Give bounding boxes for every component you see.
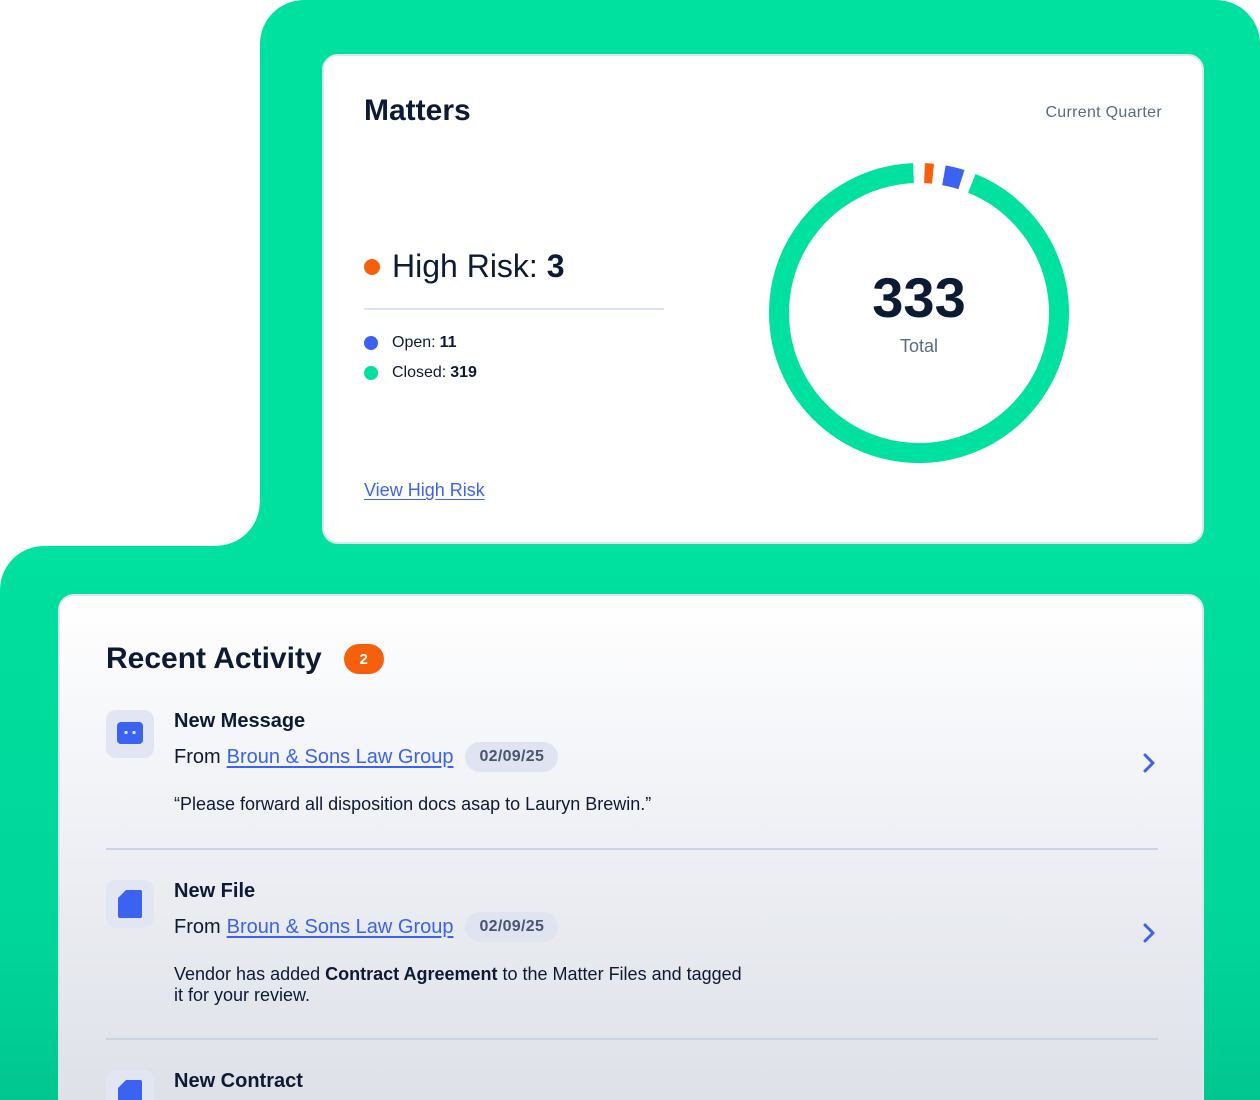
- activity-item-title: New Message: [174, 710, 306, 732]
- activity-item[interactable]: New Contract: [106, 1070, 1158, 1100]
- recent-activity-card: Recent Activity 2 New Message From Broun…: [58, 594, 1204, 1100]
- from-label: From: [174, 745, 221, 768]
- closed-label: Closed:: [392, 364, 447, 381]
- matters-title: Matters: [364, 94, 471, 127]
- high-risk-value: 3: [546, 248, 565, 284]
- sender-link[interactable]: Broun & Sons Law Group: [227, 746, 454, 769]
- stage: Matters Current Quarter High Risk: 3 Ope…: [0, 0, 1260, 1100]
- total-label: Total: [899, 336, 939, 356]
- date-badge: 02/09/25: [465, 912, 559, 942]
- legend-open: Open: 11: [364, 328, 477, 358]
- high-risk-label: High Risk:: [392, 248, 538, 284]
- open-value: 11: [439, 334, 457, 351]
- legend-closed: Closed: 319: [364, 358, 477, 388]
- activity-divider: [106, 1038, 1158, 1040]
- status-legend: Open: 11 Closed: 319: [364, 328, 477, 388]
- period-label: Current Quarter: [1045, 104, 1162, 121]
- document-icon: [106, 880, 154, 928]
- closed-value: 319: [450, 364, 477, 381]
- activity-item-source: From Broun & Sons Law Group 02/09/25: [174, 742, 559, 772]
- backdrop-notch: [216, 502, 260, 546]
- donut-center: 333 Total: [764, 268, 1074, 357]
- body-text-pre: Vendor has added: [174, 964, 326, 984]
- activity-title: Recent Activity: [106, 642, 322, 675]
- high-risk-dot: [364, 258, 380, 275]
- summary-divider: [364, 308, 664, 310]
- donut-slice-open: [941, 165, 965, 190]
- view-high-risk-link[interactable]: View High Risk: [364, 480, 485, 501]
- high-risk-text: High Risk: 3: [392, 248, 565, 285]
- activity-item-title: New File: [174, 880, 256, 902]
- activity-item[interactable]: New Message From Broun & Sons Law Group …: [106, 710, 1158, 820]
- chevron-right-icon[interactable]: [1140, 922, 1158, 944]
- activity-item-source: From Broun & Sons Law Group 02/09/25: [174, 912, 559, 942]
- activity-item-body: “Please forward all disposition docs asa…: [174, 794, 652, 814]
- activity-item-body: Vendor has added Contract Agreement to t…: [174, 964, 754, 1006]
- date-badge: 02/09/25: [465, 742, 559, 772]
- from-label: From: [174, 915, 221, 938]
- closed-dot: [364, 366, 378, 380]
- activity-item[interactable]: New File From Broun & Sons Law Group 02/…: [106, 880, 1158, 1010]
- total-value: 333: [872, 266, 966, 329]
- chat-bubble-icon: [106, 710, 154, 758]
- activity-header: Recent Activity 2: [106, 642, 384, 676]
- document-icon: [106, 1070, 154, 1100]
- high-risk-summary: High Risk: 3: [364, 248, 565, 285]
- chevron-right-icon[interactable]: [1140, 752, 1158, 774]
- body-file-name: Contract Agreement: [325, 964, 498, 984]
- open-label: Open:: [392, 334, 436, 351]
- activity-item-title: New Contract: [174, 1070, 303, 1092]
- activity-count-badge: 2: [343, 644, 384, 674]
- donut-slice-high-risk: [924, 163, 935, 184]
- open-dot: [364, 336, 378, 350]
- sender-link[interactable]: Broun & Sons Law Group: [227, 916, 454, 939]
- activity-divider: [106, 848, 1158, 850]
- matters-card: Matters Current Quarter High Risk: 3 Ope…: [322, 54, 1204, 544]
